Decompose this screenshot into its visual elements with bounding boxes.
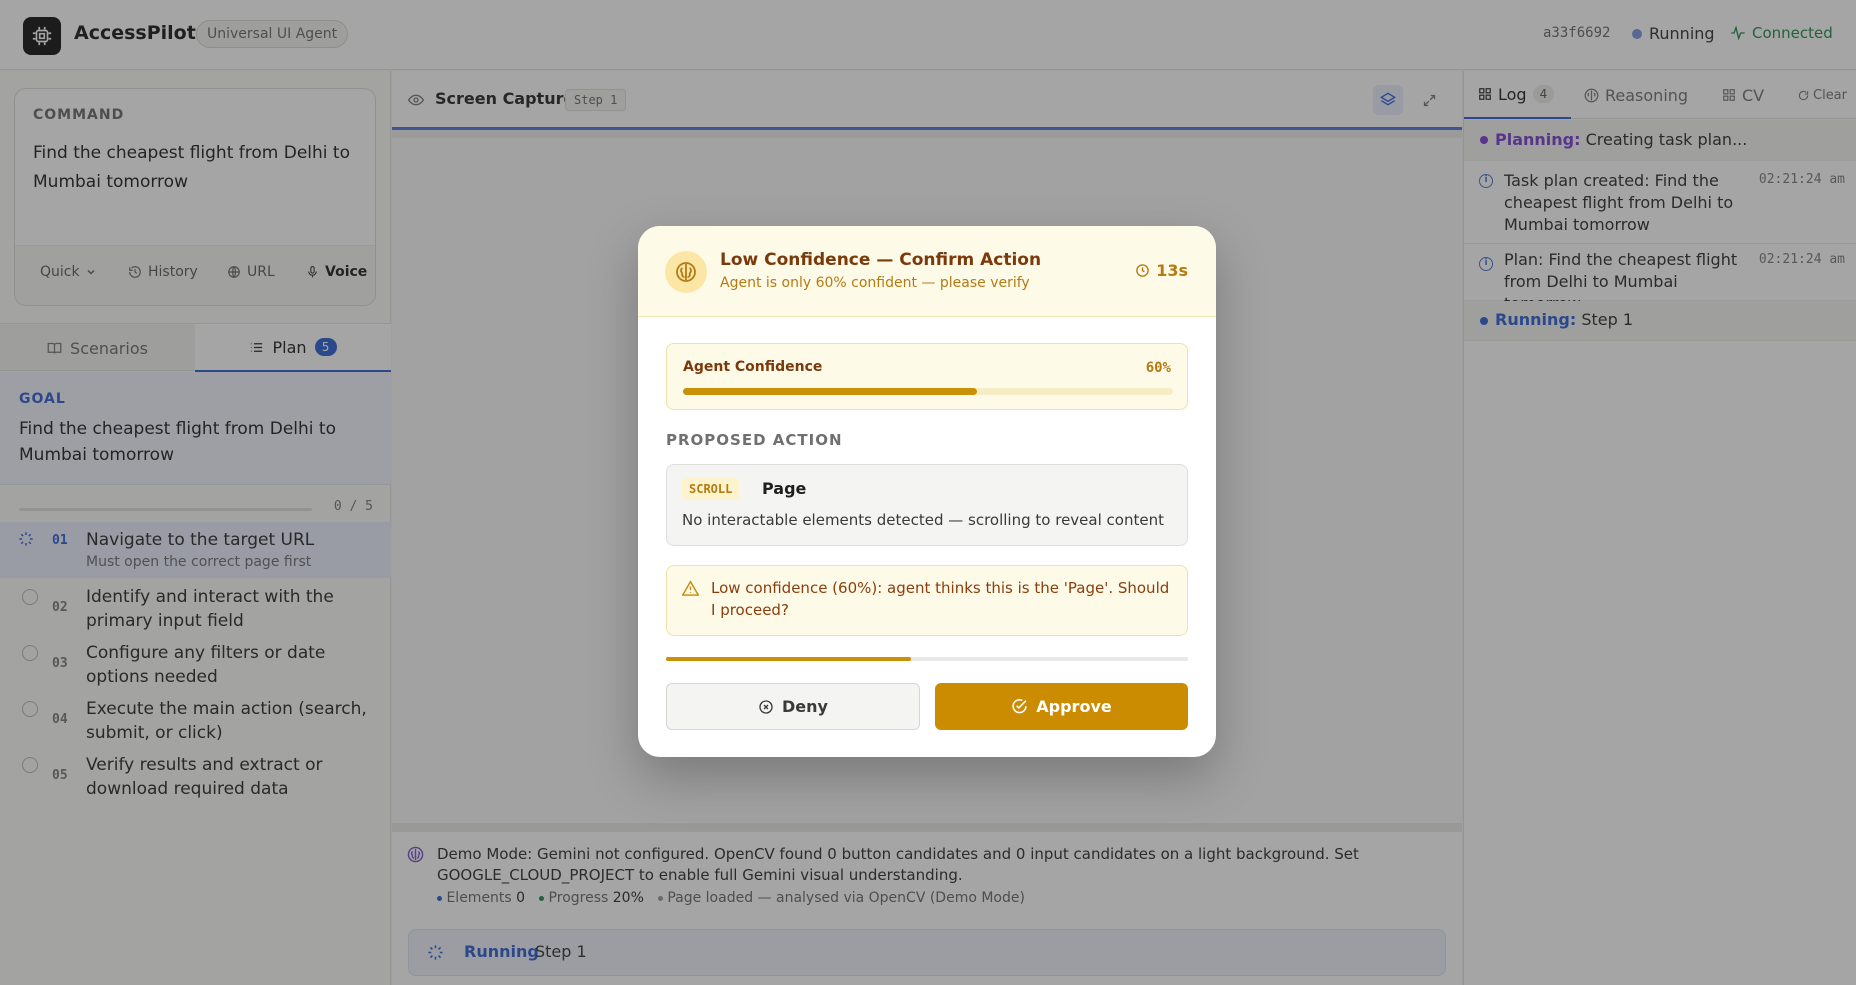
brain-icon — [676, 262, 696, 282]
modal-header: Low Confidence — Confirm Action Agent is… — [638, 226, 1216, 317]
modal-icon — [665, 251, 707, 293]
approve-label: Approve — [1036, 697, 1112, 716]
modal-timer: 13s — [1135, 261, 1188, 280]
check-circle-icon — [1012, 699, 1027, 714]
confidence-label: Agent Confidence — [683, 359, 823, 375]
confirm-action-modal: Low Confidence — Confirm Action Agent is… — [638, 226, 1216, 757]
action-description: No interactable elements detected — scro… — [682, 511, 1164, 529]
warning-box: Low confidence (60%): agent thinks this … — [666, 565, 1188, 636]
x-circle-icon — [759, 699, 773, 714]
countdown-fill — [666, 657, 912, 661]
confidence-value: 60% — [1145, 360, 1171, 376]
clock-icon — [1136, 264, 1150, 277]
proposed-action-label: PROPOSED ACTION — [666, 431, 843, 449]
confidence-fill — [683, 388, 977, 395]
approve-button[interactable]: Approve — [935, 683, 1188, 730]
deny-button[interactable]: Deny — [666, 683, 920, 730]
modal-subtitle: Agent is only 60% confident — please ver… — [720, 275, 1030, 291]
confidence-box: Agent Confidence 60% — [666, 343, 1188, 410]
action-target: Page — [762, 479, 807, 498]
confidence-track — [683, 388, 1173, 395]
modal-title: Low Confidence — Confirm Action — [720, 250, 1042, 270]
warning-icon — [682, 580, 699, 596]
deny-label: Deny — [782, 697, 828, 716]
countdown-track — [666, 657, 1188, 661]
warning-text: Low confidence (60%): agent thinks this … — [711, 579, 1170, 619]
proposed-action-box: SCROLL Page No interactable elements det… — [666, 464, 1188, 546]
timer-value: 13s — [1156, 261, 1188, 280]
action-type-badge: SCROLL — [682, 478, 740, 500]
